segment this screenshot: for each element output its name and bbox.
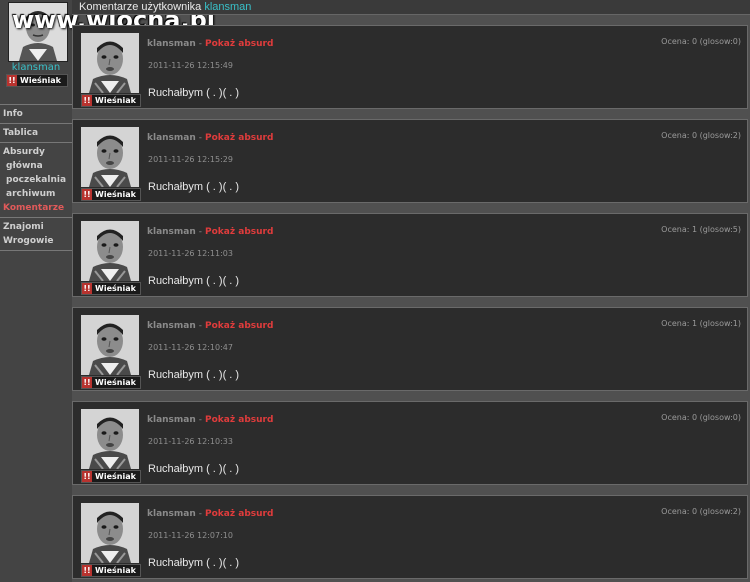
nav-wrogowie[interactable]: Wrogowie bbox=[0, 234, 72, 248]
show-absurd-link[interactable]: Pokaż absurd bbox=[205, 133, 273, 143]
comment-date: 2011-11-26 12:10:47 bbox=[148, 343, 233, 352]
profile-rank-badge: !! Wieśniak bbox=[6, 74, 68, 87]
sidebar: klansman !! Wieśniak Info Tablica Absurd… bbox=[0, 0, 72, 582]
profile-name[interactable]: klansman bbox=[0, 62, 72, 73]
comment-text: Ruchałbym ( . )( . ) bbox=[148, 87, 240, 99]
nav-absurdy-archiwum[interactable]: archiwum bbox=[0, 187, 72, 201]
nav-absurdy-glowna[interactable]: główna bbox=[0, 159, 72, 173]
comment-author[interactable]: klansman bbox=[147, 227, 196, 237]
comment-header: klansman - Pokaż absurd bbox=[147, 39, 273, 49]
comment-separator: - bbox=[198, 321, 203, 331]
rank-icon: !! bbox=[82, 565, 92, 576]
show-absurd-link[interactable]: Pokaż absurd bbox=[205, 227, 273, 237]
comment-text: Ruchałbym ( . )( . ) bbox=[148, 463, 240, 475]
comment-avatar[interactable] bbox=[81, 221, 139, 281]
comment-card: !! Wieśniak klansman - Pokaż absurd 2011-11-2… bbox=[72, 25, 748, 109]
comment-text: Ruchałbym ( . )( . ) bbox=[148, 369, 240, 381]
comment-text: Ruchałbym ( . )( . ) bbox=[148, 275, 240, 287]
nav-absurdy[interactable]: Absurdy bbox=[0, 145, 72, 159]
comment-score: Ocena: 0 (glosow:2) bbox=[661, 131, 741, 140]
comment-rank-badge: !! Wieśniak bbox=[81, 376, 141, 389]
comment-author[interactable]: klansman bbox=[147, 39, 196, 49]
nav-divider bbox=[0, 104, 72, 105]
nav-divider bbox=[0, 142, 72, 143]
comment-separator: - bbox=[198, 133, 203, 143]
comment-card: !! Wieśniak klansman - Pokaż absurd 2011-11-2… bbox=[72, 495, 748, 579]
comment-author[interactable]: klansman bbox=[147, 133, 196, 143]
nav-divider bbox=[0, 250, 72, 251]
comment-author[interactable]: klansman bbox=[147, 321, 196, 331]
comment-rank-label: Wieśniak bbox=[95, 96, 136, 105]
rank-icon: !! bbox=[82, 189, 92, 200]
rank-icon: !! bbox=[82, 377, 92, 388]
profile-nav: Info Tablica Absurdy główna poczekalnia … bbox=[0, 102, 72, 253]
comment-score: Ocena: 0 (glosow:0) bbox=[661, 37, 741, 46]
comment-rank-label: Wieśniak bbox=[95, 284, 136, 293]
comment-rank-label: Wieśniak bbox=[95, 566, 136, 575]
comment-score: Ocena: 0 (glosow:0) bbox=[661, 413, 741, 422]
comment-header: klansman - Pokaż absurd bbox=[147, 227, 273, 237]
show-absurd-link[interactable]: Pokaż absurd bbox=[205, 509, 273, 519]
comment-avatar[interactable] bbox=[81, 409, 139, 469]
comment-header: klansman - Pokaż absurd bbox=[147, 321, 273, 331]
rank-icon: !! bbox=[82, 471, 92, 482]
comment-author[interactable]: klansman bbox=[147, 415, 196, 425]
rank-icon: !! bbox=[7, 75, 17, 86]
comment-rank-label: Wieśniak bbox=[95, 472, 136, 481]
comment-header: klansman - Pokaż absurd bbox=[147, 133, 273, 143]
comment-date: 2011-11-26 12:07:10 bbox=[148, 531, 233, 540]
nav-divider bbox=[0, 217, 72, 218]
comment-rank-badge: !! Wieśniak bbox=[81, 564, 141, 577]
show-absurd-link[interactable]: Pokaż absurd bbox=[205, 415, 273, 425]
comment-date: 2011-11-26 12:11:03 bbox=[148, 249, 233, 258]
nav-znajomi[interactable]: Znajomi bbox=[0, 220, 72, 234]
comment-avatar[interactable] bbox=[81, 503, 139, 563]
show-absurd-link[interactable]: Pokaż absurd bbox=[205, 39, 273, 49]
comment-text: Ruchałbym ( . )( . ) bbox=[148, 181, 240, 193]
comment-card: !! Wieśniak klansman - Pokaż absurd 2011-11-2… bbox=[72, 119, 748, 203]
profile-rank-label: Wieśniak bbox=[20, 76, 61, 85]
rank-icon: !! bbox=[82, 95, 92, 106]
comment-rank-label: Wieśniak bbox=[95, 190, 136, 199]
comment-rank-label: Wieśniak bbox=[95, 378, 136, 387]
comment-date: 2011-11-26 12:15:49 bbox=[148, 61, 233, 70]
comment-date: 2011-11-26 12:10:33 bbox=[148, 437, 233, 446]
comment-rank-badge: !! Wieśniak bbox=[81, 188, 141, 201]
comment-separator: - bbox=[198, 509, 203, 519]
page-title: Komentarze użytkownika klansman bbox=[79, 0, 251, 14]
comment-rank-badge: !! Wieśniak bbox=[81, 94, 141, 107]
nav-komentarze[interactable]: Komentarze bbox=[0, 201, 72, 215]
comment-card: !! Wieśniak klansman - Pokaż absurd 2011-11-2… bbox=[72, 401, 748, 485]
comment-date: 2011-11-26 12:15:29 bbox=[148, 155, 233, 164]
comment-rank-badge: !! Wieśniak bbox=[81, 470, 141, 483]
comment-author[interactable]: klansman bbox=[147, 509, 196, 519]
comment-separator: - bbox=[198, 39, 203, 49]
comment-card: !! Wieśniak klansman - Pokaż absurd 2011-11-2… bbox=[72, 213, 748, 297]
rank-icon: !! bbox=[82, 283, 92, 294]
nav-absurdy-poczekalnia[interactable]: poczekalnia bbox=[0, 173, 72, 187]
comment-separator: - bbox=[198, 415, 203, 425]
comment-score: Ocena: 0 (glosow:2) bbox=[661, 507, 741, 516]
comment-score: Ocena: 1 (glosow:1) bbox=[661, 319, 741, 328]
nav-info[interactable]: Info bbox=[0, 107, 72, 121]
comment-header: klansman - Pokaż absurd bbox=[147, 415, 273, 425]
page-title-username[interactable]: klansman bbox=[204, 1, 251, 13]
comment-card: !! Wieśniak klansman - Pokaż absurd 2011-11-2… bbox=[72, 307, 748, 391]
nav-divider bbox=[0, 123, 72, 124]
comment-avatar[interactable] bbox=[81, 127, 139, 187]
comment-avatar[interactable] bbox=[81, 33, 139, 93]
nav-tablica[interactable]: Tablica bbox=[0, 126, 72, 140]
comment-rank-badge: !! Wieśniak bbox=[81, 282, 141, 295]
page-title-prefix: Komentarze użytkownika bbox=[79, 1, 202, 13]
comment-text: Ruchałbym ( . )( . ) bbox=[148, 557, 240, 569]
comment-score: Ocena: 1 (glosow:5) bbox=[661, 225, 741, 234]
show-absurd-link[interactable]: Pokaż absurd bbox=[205, 321, 273, 331]
comment-separator: - bbox=[198, 227, 203, 237]
comment-header: klansman - Pokaż absurd bbox=[147, 509, 273, 519]
comment-avatar[interactable] bbox=[81, 315, 139, 375]
page-header: Komentarze użytkownika klansman bbox=[72, 0, 750, 15]
